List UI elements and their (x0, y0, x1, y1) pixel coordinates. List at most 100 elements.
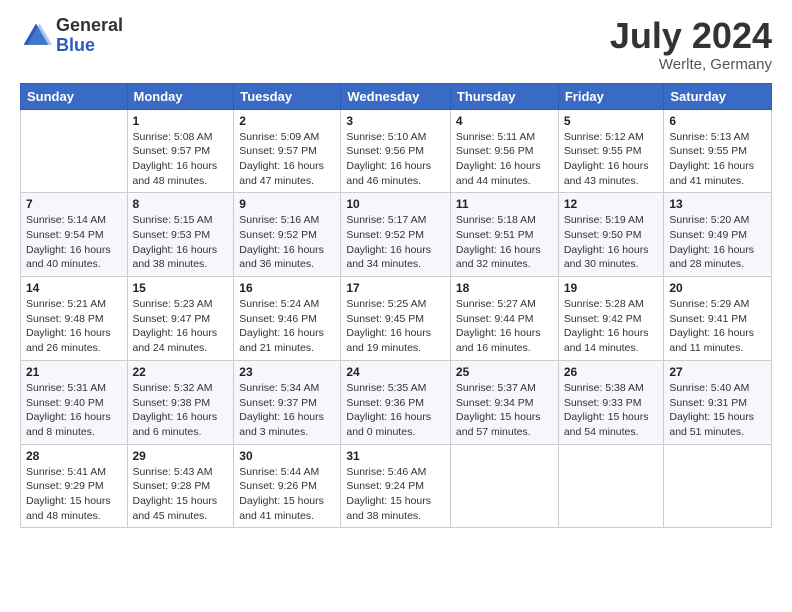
day-info: Sunrise: 5:40 AM Sunset: 9:31 PM Dayligh… (669, 381, 766, 440)
day-number: 27 (669, 365, 766, 379)
day-info: Sunrise: 5:21 AM Sunset: 9:48 PM Dayligh… (26, 297, 122, 356)
day-info: Sunrise: 5:15 AM Sunset: 9:53 PM Dayligh… (133, 213, 229, 272)
day-info: Sunrise: 5:24 AM Sunset: 9:46 PM Dayligh… (239, 297, 335, 356)
calendar-cell: 8 Sunrise: 5:15 AM Sunset: 9:53 PM Daylig… (127, 193, 234, 277)
calendar-cell: 31 Sunrise: 5:46 AM Sunset: 9:24 PM Dayli… (341, 444, 451, 528)
calendar-cell: 7 Sunrise: 5:14 AM Sunset: 9:54 PM Daylig… (21, 193, 128, 277)
day-info: Sunrise: 5:14 AM Sunset: 9:54 PM Dayligh… (26, 213, 122, 272)
calendar-cell: 18Sunrise: 5:27 AM Sunset: 9:44 PM Dayli… (450, 277, 558, 361)
calendar-header-thursday: Thursday (450, 83, 558, 109)
day-number: 15 (133, 281, 229, 295)
calendar-cell: 26Sunrise: 5:38 AM Sunset: 9:33 PM Dayli… (558, 360, 664, 444)
day-info: Sunrise: 5:18 AM Sunset: 9:51 PM Dayligh… (456, 213, 553, 272)
calendar-cell: 16 Sunrise: 5:24 AM Sunset: 9:46 PM Dayli… (234, 277, 341, 361)
calendar-header-tuesday: Tuesday (234, 83, 341, 109)
day-info: Sunrise: 5:44 AM Sunset: 9:26 PM Dayligh… (239, 465, 335, 524)
day-number: 7 (26, 197, 122, 211)
title-location: Werlte, Germany (610, 56, 772, 73)
day-number: 5 (564, 114, 659, 128)
day-number: 12 (564, 197, 659, 211)
day-info: Sunrise: 5:19 AM Sunset: 9:50 PM Dayligh… (564, 213, 659, 272)
calendar-header-saturday: Saturday (664, 83, 772, 109)
calendar-week-row: 7 Sunrise: 5:14 AM Sunset: 9:54 PM Daylig… (21, 193, 772, 277)
calendar-cell: 3 Sunrise: 5:10 AM Sunset: 9:56 PM Daylig… (341, 109, 451, 193)
day-info: Sunrise: 5:09 AM Sunset: 9:57 PM Dayligh… (239, 130, 335, 189)
calendar-cell: 29 Sunrise: 5:43 AM Sunset: 9:28 PM Dayli… (127, 444, 234, 528)
day-info: Sunrise: 5:13 AM Sunset: 9:55 PM Dayligh… (669, 130, 766, 189)
day-number: 9 (239, 197, 335, 211)
calendar-cell: 5 Sunrise: 5:12 AM Sunset: 9:55 PM Daylig… (558, 109, 664, 193)
day-info: Sunrise: 5:12 AM Sunset: 9:55 PM Dayligh… (564, 130, 659, 189)
calendar-cell: 1 Sunrise: 5:08 AM Sunset: 9:57 PM Daylig… (127, 109, 234, 193)
calendar-cell: 19 Sunrise: 5:28 AM Sunset: 9:42 PM Dayli… (558, 277, 664, 361)
calendar-header-monday: Monday (127, 83, 234, 109)
day-info: Sunrise: 5:46 AM Sunset: 9:24 PM Dayligh… (346, 465, 445, 524)
day-info: Sunrise: 5:35 AM Sunset: 9:36 PM Dayligh… (346, 381, 445, 440)
day-info: Sunrise: 5:32 AM Sunset: 9:38 PM Dayligh… (133, 381, 229, 440)
logo-icon (20, 20, 52, 52)
day-info: Sunrise: 5:31 AM Sunset: 9:40 PM Dayligh… (26, 381, 122, 440)
calendar-cell: 23 Sunrise: 5:34 AM Sunset: 9:37 PM Dayli… (234, 360, 341, 444)
day-info: Sunrise: 5:08 AM Sunset: 9:57 PM Dayligh… (133, 130, 229, 189)
day-number: 11 (456, 197, 553, 211)
header: General Blue July 2024 Werlte, Germany (20, 16, 772, 73)
day-number: 23 (239, 365, 335, 379)
calendar-week-row: 28 Sunrise: 5:41 AM Sunset: 9:29 PM Dayli… (21, 444, 772, 528)
day-info: Sunrise: 5:17 AM Sunset: 9:52 PM Dayligh… (346, 213, 445, 272)
day-number: 19 (564, 281, 659, 295)
day-number: 8 (133, 197, 229, 211)
day-number: 3 (346, 114, 445, 128)
calendar-cell: 27 Sunrise: 5:40 AM Sunset: 9:31 PM Dayli… (664, 360, 772, 444)
day-number: 10 (346, 197, 445, 211)
day-info: Sunrise: 5:38 AM Sunset: 9:33 PM Dayligh… (564, 381, 659, 440)
calendar-header-friday: Friday (558, 83, 664, 109)
page: General Blue July 2024 Werlte, Germany S… (0, 0, 792, 612)
calendar-cell: 10 Sunrise: 5:17 AM Sunset: 9:52 PM Dayli… (341, 193, 451, 277)
calendar-cell: 25Sunrise: 5:37 AM Sunset: 9:34 PM Dayli… (450, 360, 558, 444)
logo: General Blue (20, 16, 123, 56)
day-number: 20 (669, 281, 766, 295)
day-info: Sunrise: 5:20 AM Sunset: 9:49 PM Dayligh… (669, 213, 766, 272)
day-info: Sunrise: 5:10 AM Sunset: 9:56 PM Dayligh… (346, 130, 445, 189)
calendar-cell: 22 Sunrise: 5:32 AM Sunset: 9:38 PM Dayli… (127, 360, 234, 444)
day-number: 13 (669, 197, 766, 211)
day-number: 1 (133, 114, 229, 128)
calendar-cell: 4 Sunrise: 5:11 AM Sunset: 9:56 PM Daylig… (450, 109, 558, 193)
logo-text: General Blue (56, 16, 123, 56)
day-info: Sunrise: 5:11 AM Sunset: 9:56 PM Dayligh… (456, 130, 553, 189)
day-number: 29 (133, 449, 229, 463)
day-number: 22 (133, 365, 229, 379)
day-number: 28 (26, 449, 122, 463)
title-block: July 2024 Werlte, Germany (610, 16, 772, 73)
calendar-cell: 11 Sunrise: 5:18 AM Sunset: 9:51 PM Dayli… (450, 193, 558, 277)
day-number: 31 (346, 449, 445, 463)
day-info: Sunrise: 5:43 AM Sunset: 9:28 PM Dayligh… (133, 465, 229, 524)
day-info: Sunrise: 5:34 AM Sunset: 9:37 PM Dayligh… (239, 381, 335, 440)
calendar-cell: 12 Sunrise: 5:19 AM Sunset: 9:50 PM Dayli… (558, 193, 664, 277)
calendar-cell (558, 444, 664, 528)
day-number: 25 (456, 365, 553, 379)
day-number: 16 (239, 281, 335, 295)
calendar-cell: 21 Sunrise: 5:31 AM Sunset: 9:40 PM Dayli… (21, 360, 128, 444)
calendar-table: SundayMondayTuesdayWednesdayThursdayFrid… (20, 83, 772, 529)
day-info: Sunrise: 5:28 AM Sunset: 9:42 PM Dayligh… (564, 297, 659, 356)
calendar-cell: 9 Sunrise: 5:16 AM Sunset: 9:52 PM Daylig… (234, 193, 341, 277)
day-info: Sunrise: 5:27 AM Sunset: 9:44 PM Dayligh… (456, 297, 553, 356)
calendar-cell: 30Sunrise: 5:44 AM Sunset: 9:26 PM Dayli… (234, 444, 341, 528)
day-number: 17 (346, 281, 445, 295)
day-info: Sunrise: 5:41 AM Sunset: 9:29 PM Dayligh… (26, 465, 122, 524)
calendar-week-row: 1 Sunrise: 5:08 AM Sunset: 9:57 PM Daylig… (21, 109, 772, 193)
calendar-header-wednesday: Wednesday (341, 83, 451, 109)
calendar-week-row: 14 Sunrise: 5:21 AM Sunset: 9:48 PM Dayli… (21, 277, 772, 361)
day-number: 4 (456, 114, 553, 128)
calendar-header-sunday: Sunday (21, 83, 128, 109)
day-number: 21 (26, 365, 122, 379)
day-info: Sunrise: 5:25 AM Sunset: 9:45 PM Dayligh… (346, 297, 445, 356)
day-number: 6 (669, 114, 766, 128)
day-info: Sunrise: 5:16 AM Sunset: 9:52 PM Dayligh… (239, 213, 335, 272)
calendar-header-row: SundayMondayTuesdayWednesdayThursdayFrid… (21, 83, 772, 109)
day-number: 2 (239, 114, 335, 128)
day-number: 14 (26, 281, 122, 295)
calendar-cell: 13 Sunrise: 5:20 AM Sunset: 9:49 PM Dayli… (664, 193, 772, 277)
day-number: 24 (346, 365, 445, 379)
